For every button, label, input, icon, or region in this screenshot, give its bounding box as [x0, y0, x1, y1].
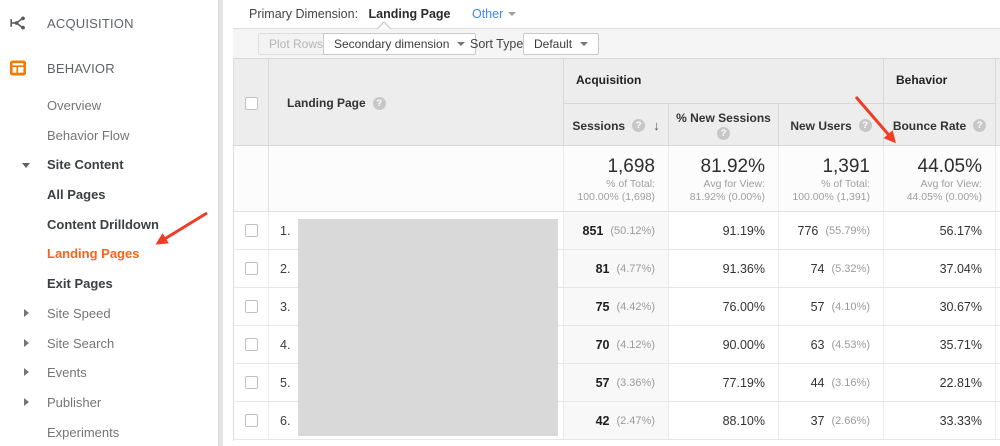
sidebar-item-exit-pages[interactable]: Exit Pages: [0, 273, 218, 295]
summary-row: 1,698 % of Total: 100.00% (1,698) 81.92%…: [234, 146, 1000, 212]
primary-dimension-label: Primary Dimension:: [249, 7, 358, 21]
select-all-checkbox[interactable]: [245, 97, 258, 110]
cell-new-users: 57(4.10%): [779, 288, 884, 325]
cell-new-sessions: 76.00%: [669, 288, 779, 325]
help-icon[interactable]: ?: [632, 119, 645, 132]
row-checkbox[interactable]: [245, 338, 258, 351]
cell-sessions: 42(2.47%): [564, 402, 669, 439]
secondary-dimension-dropdown[interactable]: Secondary dimension: [323, 33, 476, 55]
cell-bounce-rate: 35.71%: [884, 326, 996, 363]
help-icon[interactable]: ?: [373, 97, 386, 110]
sort-type-dropdown[interactable]: Default: [523, 33, 599, 55]
table-toolbar: Plot Rows Secondary dimension Sort Type:…: [233, 28, 1000, 58]
column-header-bounce-rate[interactable]: Bounce Rate ?: [884, 103, 996, 147]
sidebar-item-behavior[interactable]: BEHAVIOR: [0, 58, 218, 80]
cell-new-sessions: 91.19%: [669, 212, 779, 249]
sidebar-item-landing-pages[interactable]: Landing Pages: [0, 243, 218, 265]
cell-bounce-rate: 33.33%: [884, 402, 996, 439]
sidebar: ACQUISITION BEHAVIOR Overview Behavior F…: [0, 0, 218, 446]
sidebar-item-site-content[interactable]: Site Content: [0, 154, 218, 176]
sidebar-item-experiments[interactable]: Experiments: [0, 422, 218, 444]
row-index: 2.: [280, 262, 290, 276]
behavior-icon: [9, 59, 27, 77]
cell-new-sessions: 88.10%: [669, 402, 779, 439]
summary-bounce-rate: 44.05% Avg for View: 44.05% (0.00%): [884, 146, 996, 211]
summary-sessions: 1,698 % of Total: 100.00% (1,698): [564, 146, 669, 211]
cell-sessions: 70(4.12%): [564, 326, 669, 363]
row-index: 6.: [280, 414, 290, 428]
sidebar-item-site-search[interactable]: Site Search: [0, 333, 218, 355]
sidebar-item-content-drilldown[interactable]: Content Drilldown: [0, 214, 218, 236]
help-icon[interactable]: ?: [973, 119, 986, 132]
sort-type-label: Sort Type:: [470, 37, 527, 51]
cell-sessions: 81(4.77%): [564, 250, 669, 287]
chevron-right-icon: [24, 368, 29, 376]
table-header: Landing Page ? Acquisition Behavior Sess…: [234, 58, 1000, 146]
row-checkbox[interactable]: [245, 300, 258, 313]
cell-sessions: 57(3.36%): [564, 364, 669, 401]
help-icon[interactable]: ?: [717, 127, 730, 140]
row-index: 4.: [280, 338, 290, 352]
cell-new-users: 44(3.16%): [779, 364, 884, 401]
cell-new-users: 63(4.53%): [779, 326, 884, 363]
cell-sessions: 75(4.42%): [564, 288, 669, 325]
cell-bounce-rate: 30.67%: [884, 288, 996, 325]
sort-desc-icon: ↓: [653, 118, 660, 133]
group-header-acquisition: Acquisition: [564, 59, 884, 103]
sidebar-item-site-speed[interactable]: Site Speed: [0, 303, 218, 325]
chevron-right-icon: [24, 309, 29, 317]
header-checkbox-cell: [234, 59, 269, 147]
row-checkbox[interactable]: [245, 376, 258, 389]
row-checkbox[interactable]: [245, 224, 258, 237]
chevron-down-icon: [457, 42, 465, 46]
primary-dimension-bar: Primary Dimension: Landing Page Other: [223, 0, 1000, 28]
chevron-down-icon: [508, 12, 516, 16]
cell-bounce-rate: 22.81%: [884, 364, 996, 401]
cell-new-users: 776(55.79%): [779, 212, 884, 249]
acquisition-icon: [9, 14, 27, 32]
column-header-new-sessions[interactable]: % New Sessions ?: [669, 103, 779, 147]
sidebar-item-events[interactable]: Events: [0, 362, 218, 384]
sidebar-item-all-pages[interactable]: All Pages: [0, 184, 218, 206]
cell-new-sessions: 91.36%: [669, 250, 779, 287]
row-checkbox[interactable]: [245, 262, 258, 275]
help-icon[interactable]: ?: [859, 119, 872, 132]
dimension-other-link[interactable]: Other: [472, 7, 503, 21]
summary-new-users: 1,391 % of Total: 100.00% (1,391): [779, 146, 884, 211]
sidebar-item-acquisition[interactable]: ACQUISITION: [0, 13, 218, 35]
sidebar-item-overview[interactable]: Overview: [0, 95, 218, 117]
ga-landing-pages-screen: ACQUISITION BEHAVIOR Overview Behavior F…: [0, 0, 1000, 446]
chevron-down-icon: [580, 42, 588, 46]
row-index: 1.: [280, 224, 290, 238]
dimension-tab-landing-page[interactable]: Landing Page: [369, 7, 451, 21]
chevron-down-icon: [22, 163, 30, 168]
cell-new-users: 74(5.32%): [779, 250, 884, 287]
column-header-landing-page[interactable]: Landing Page ?: [269, 59, 564, 147]
row-index: 5.: [280, 376, 290, 390]
cell-new-users: 37(2.66%): [779, 402, 884, 439]
chevron-right-icon: [24, 398, 29, 406]
cell-sessions: 851(50.12%): [564, 212, 669, 249]
cell-bounce-rate: 37.04%: [884, 250, 996, 287]
column-header-sessions[interactable]: Sessions ? ↓: [564, 103, 669, 147]
cell-bounce-rate: 56.17%: [884, 212, 996, 249]
column-header-new-users[interactable]: New Users ?: [779, 103, 884, 147]
row-index: 3.: [280, 300, 290, 314]
sidebar-item-behavior-flow[interactable]: Behavior Flow: [0, 125, 218, 147]
cut-column-stub: [996, 59, 1000, 147]
summary-new-sessions: 81.92% Avg for View: 81.92% (0.00%): [669, 146, 779, 211]
redacted-landing-pages: [298, 219, 558, 436]
cell-new-sessions: 77.19%: [669, 364, 779, 401]
sidebar-item-publisher[interactable]: Publisher: [0, 392, 218, 414]
chevron-right-icon: [24, 339, 29, 347]
cell-new-sessions: 90.00%: [669, 326, 779, 363]
group-header-behavior: Behavior: [884, 59, 996, 103]
row-checkbox[interactable]: [245, 414, 258, 427]
